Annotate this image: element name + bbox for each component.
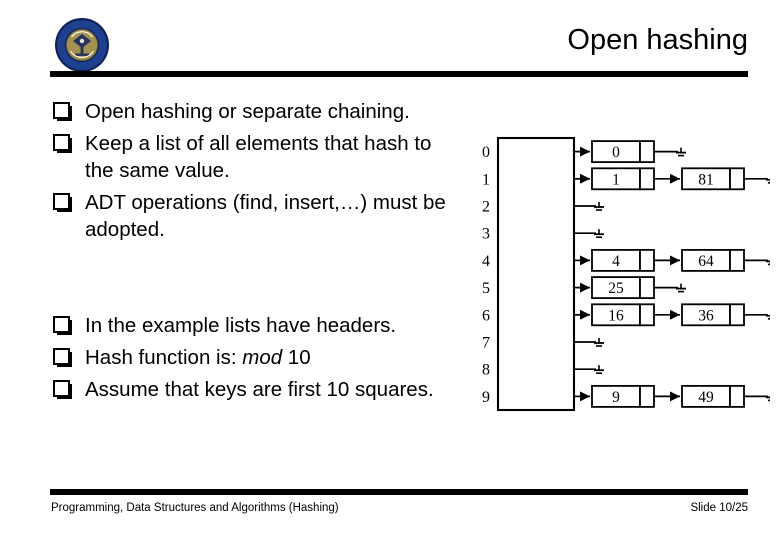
- open-square-bullet-icon: [53, 102, 70, 119]
- bullet-list-secondary: In the example lists have headers. Hash …: [45, 312, 460, 408]
- chaining-diagram-svg: 0 0 1 1 81 2 3 4 4 64 5 25 6 16 36 7 8 9 9 49: [482, 136, 770, 412]
- bucket-index-label: 0: [482, 144, 490, 161]
- list-item: Assume that keys are first 10 squares.: [45, 376, 460, 403]
- footer-divider: [50, 489, 748, 495]
- list-item-label-suffix: 10: [282, 346, 311, 369]
- open-hashing-chaining-diagram: 0 0 1 1 81 2 3 4 4 64 5 25 6 16 36 7 8 9 9 49: [470, 122, 770, 422]
- bucket-index-label: 9: [482, 389, 490, 406]
- slide-canvas: Open hashing Open hashing or separate ch…: [0, 0, 780, 540]
- list-item-label: Open hashing or separate chaining.: [85, 100, 410, 123]
- chain-node-value: 16: [608, 307, 624, 324]
- open-square-bullet-icon: [53, 193, 70, 210]
- chain-node: 25: [591, 276, 655, 300]
- list-item-label: Hash function is:: [85, 346, 243, 369]
- chain-node-value: 49: [698, 389, 714, 406]
- chain-node-value: 9: [612, 389, 620, 406]
- list-item: Hash function is: mod 10: [45, 344, 460, 371]
- list-item-emphasis: mod: [242, 346, 283, 369]
- bucket-index-label: 2: [482, 199, 490, 216]
- chain-node-value: 64: [698, 253, 714, 270]
- seal-icon: [55, 18, 109, 72]
- chain-node-value: 4: [612, 253, 620, 270]
- bucket-index-label: 3: [482, 226, 490, 243]
- title-divider: [50, 71, 748, 77]
- bucket-index-label: 7: [482, 335, 490, 352]
- chain-node: 9: [591, 384, 655, 408]
- chain-node: 49: [681, 384, 745, 408]
- university-seal-logo: [54, 17, 110, 73]
- footer-slide-number: Slide 10/25: [690, 502, 748, 514]
- list-item: Keep a list of all elements that hash to…: [45, 130, 460, 184]
- list-item-label: Assume that keys are first 10 squares.: [85, 378, 434, 401]
- chain-node: 64: [681, 249, 745, 272]
- chain-node: 81: [681, 167, 745, 191]
- chain-node: 1: [591, 167, 655, 191]
- list-item-label: Keep a list of all elements that hash to…: [85, 132, 432, 182]
- open-square-bullet-icon: [53, 380, 70, 397]
- bucket-index-label: 6: [482, 307, 490, 324]
- bucket-index-label: 5: [482, 280, 490, 297]
- page-title: Open hashing: [567, 24, 748, 56]
- chain-node-value: 81: [698, 171, 714, 188]
- list-item: In the example lists have headers.: [45, 312, 460, 339]
- chain-node: 4: [591, 249, 655, 272]
- chain-node-value: 1: [612, 171, 620, 188]
- bucket-index-label: 1: [482, 171, 490, 188]
- open-square-bullet-icon: [53, 316, 70, 333]
- chain-node-value: 0: [612, 144, 620, 161]
- list-item-label: ADT operations (find, insert,…) must be …: [85, 191, 446, 241]
- open-square-bullet-icon: [53, 134, 70, 151]
- bullet-list-primary: Open hashing or separate chaining. Keep …: [45, 98, 460, 248]
- chain-node-value: 25: [608, 280, 624, 297]
- open-square-bullet-icon: [53, 348, 70, 365]
- list-item: ADT operations (find, insert,…) must be …: [45, 189, 460, 243]
- list-item: Open hashing or separate chaining.: [45, 98, 460, 125]
- chain-node: 16: [591, 303, 655, 327]
- list-item-label: In the example lists have headers.: [85, 314, 397, 337]
- chain-node: 0: [591, 140, 655, 164]
- bucket-index-label: 4: [482, 253, 490, 270]
- chain-node-value: 36: [698, 307, 714, 324]
- bucket-index-label: 8: [482, 362, 490, 379]
- footer-course-label: Programming, Data Structures and Algorit…: [51, 502, 339, 514]
- chain-node: 36: [681, 303, 745, 327]
